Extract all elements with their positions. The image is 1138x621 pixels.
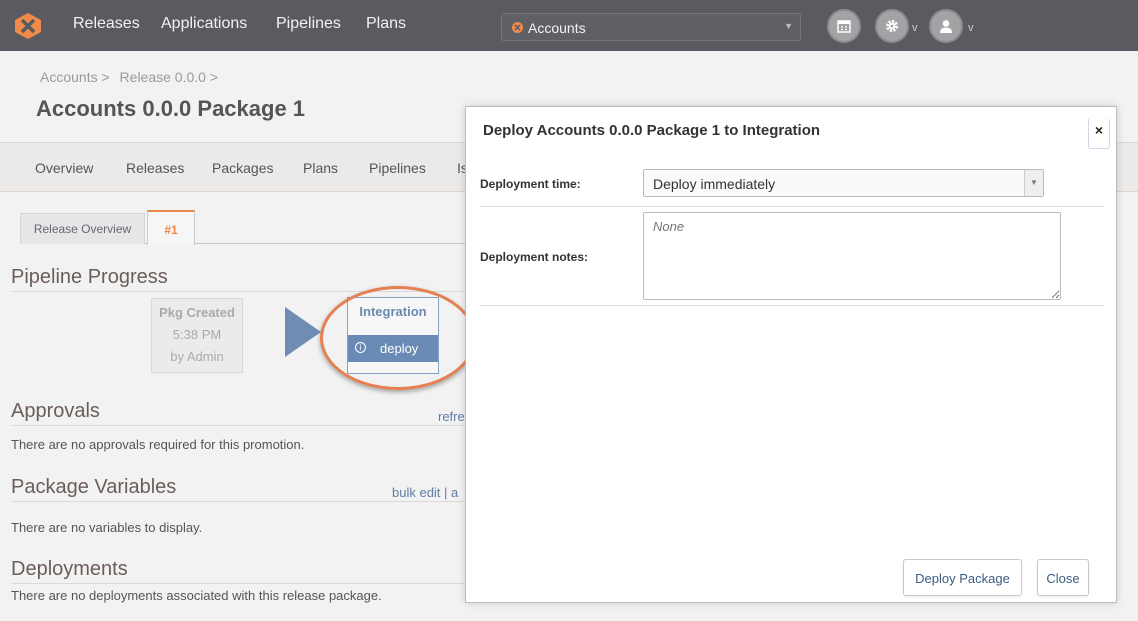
pkg-created-time: 5:38 PM [172, 327, 222, 342]
bulk-edit-link[interactable]: bulk edit | a [392, 485, 458, 500]
deployment-notes-label: Deployment notes: [480, 250, 589, 264]
application-selector-value: Accounts [528, 20, 586, 36]
refresh-link[interactable]: refre [438, 409, 465, 424]
divider [480, 206, 1104, 207]
top-nav-bar: Releases Applications Pipelines Plans Ac… [0, 0, 1138, 51]
divider [11, 583, 466, 584]
subnav-releases[interactable]: Releases [126, 160, 184, 176]
divider [11, 501, 466, 502]
pkg-created-title: Pkg Created [159, 305, 235, 320]
chevron-down-icon[interactable]: v [968, 22, 974, 34]
user-icon [940, 20, 952, 33]
breadcrumb-release[interactable]: Release 0.0.0 > [120, 69, 218, 85]
approvals-empty-text: There are no approvals required for this… [11, 437, 305, 452]
gear-icon [886, 20, 898, 32]
deployments-empty-text: There are no deployments associated with… [11, 588, 382, 603]
user-button[interactable] [929, 9, 963, 43]
chevron-down-icon: ▼ [784, 21, 793, 31]
nav-plans[interactable]: Plans [366, 15, 406, 33]
pipeline-progress-heading: Pipeline Progress [11, 266, 168, 288]
application-icon [512, 22, 523, 33]
subnav-pipelines[interactable]: Pipelines [369, 160, 426, 176]
chevron-down-icon[interactable]: v [912, 22, 918, 34]
calendar-icon [837, 20, 851, 33]
deployment-notes-input[interactable] [643, 212, 1061, 300]
page-title: Accounts 0.0.0 Package 1 [36, 96, 306, 121]
deployment-time-label: Deployment time: [480, 177, 581, 191]
divider [11, 425, 466, 426]
close-icon[interactable]: × [1088, 119, 1110, 149]
logo-icon[interactable] [15, 13, 41, 39]
breadcrumb-accounts[interactable]: Accounts > [40, 69, 110, 85]
package-variables-heading: Package Variables [11, 476, 177, 498]
tab-release-overview[interactable]: Release Overview [20, 213, 145, 244]
divider [480, 305, 1104, 306]
dialog-title: Deploy Accounts 0.0.0 Package 1 to Integ… [483, 122, 821, 139]
deployment-time-value: Deploy immediately [653, 176, 776, 192]
deploy-package-button[interactable]: Deploy Package [903, 559, 1022, 596]
close-button[interactable]: Close [1037, 559, 1089, 596]
subnav-overview[interactable]: Overview [35, 160, 93, 176]
release-tabs: Release Overview #1 [20, 207, 470, 245]
settings-button[interactable] [875, 9, 909, 43]
deployments-heading: Deployments [11, 558, 128, 580]
variables-empty-text: There are no variables to display. [11, 520, 203, 535]
breadcrumb: Accounts > Release 0.0.0 > [40, 69, 224, 85]
deployment-time-select[interactable]: Deploy immediately ▼ [643, 169, 1044, 197]
chevron-down-icon: ▼ [1024, 170, 1043, 196]
approvals-heading: Approvals [11, 400, 100, 422]
nav-releases[interactable]: Releases [73, 15, 140, 33]
deploy-dialog: Deploy Accounts 0.0.0 Package 1 to Integ… [465, 106, 1117, 603]
pkg-created-stage: Pkg Created 5:38 PM by Admin [151, 298, 243, 373]
pkg-created-by: by Admin [170, 349, 224, 364]
subnav-packages[interactable]: Packages [212, 160, 273, 176]
highlight-ellipse [320, 286, 476, 390]
nav-applications[interactable]: Applications [161, 15, 247, 33]
tab-package-1[interactable]: #1 [147, 210, 195, 245]
application-selector[interactable]: Accounts ▼ [501, 13, 801, 41]
arrow-right-icon [285, 307, 321, 357]
nav-pipelines[interactable]: Pipelines [276, 15, 341, 33]
calendar-button[interactable] [827, 9, 861, 43]
subnav-plans[interactable]: Plans [303, 160, 338, 176]
